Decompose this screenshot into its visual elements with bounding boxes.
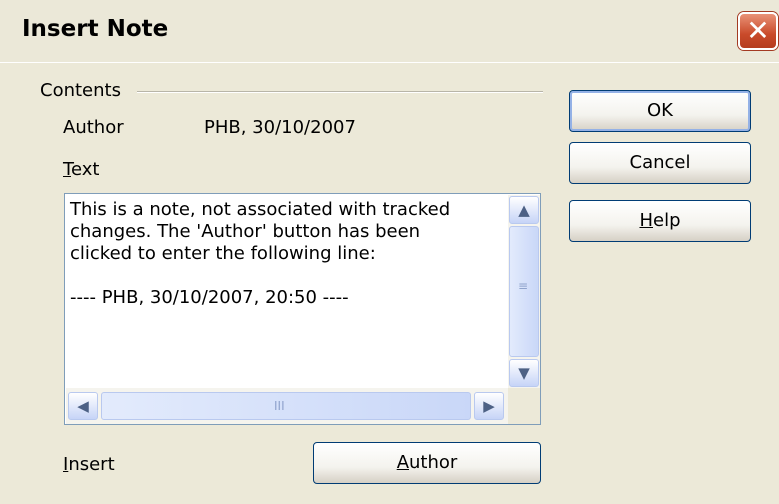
horizontal-scrollbar[interactable]: ◀ III ▶ bbox=[66, 388, 508, 424]
close-icon: ✕ bbox=[746, 14, 770, 47]
scroll-up-button[interactable]: ▲ bbox=[509, 196, 539, 224]
scroll-down-button[interactable]: ▼ bbox=[509, 359, 539, 387]
grip-icon: ≡ bbox=[518, 279, 529, 293]
text-label-mnemonic: T bbox=[63, 159, 71, 180]
ok-button[interactable]: OK bbox=[569, 90, 751, 132]
vertical-scrollbar[interactable]: ▲ ≡ ▼ bbox=[508, 195, 540, 388]
author-button[interactable]: Author bbox=[313, 442, 541, 484]
scroll-right-button[interactable]: ▶ bbox=[474, 392, 504, 420]
chevron-right-icon: ▶ bbox=[483, 397, 495, 415]
insert-note-dialog: Insert Note ✕ Contents Author PHB, 30/10… bbox=[0, 0, 779, 504]
group-divider bbox=[137, 91, 543, 93]
insert-label: Insert bbox=[63, 454, 115, 475]
note-line bbox=[70, 265, 500, 287]
help-button-rest: elp bbox=[653, 210, 681, 231]
chevron-up-icon: ▲ bbox=[518, 201, 530, 219]
note-text-area[interactable]: This is a note, not associated with trac… bbox=[64, 193, 541, 425]
contents-group-label: Contents bbox=[40, 80, 121, 101]
author-button-mnemonic: A bbox=[396, 452, 410, 473]
horizontal-scroll-thumb[interactable]: III bbox=[101, 392, 471, 420]
author-value: PHB, 30/10/2007 bbox=[204, 117, 356, 138]
chevron-down-icon: ▼ bbox=[518, 364, 530, 382]
scroll-corner bbox=[508, 388, 540, 424]
scroll-left-button[interactable]: ◀ bbox=[68, 392, 98, 420]
dialog-title: Insert Note bbox=[22, 16, 169, 42]
chevron-left-icon: ◀ bbox=[77, 397, 89, 415]
title-bar[interactable]: Insert Note ✕ bbox=[0, 0, 779, 63]
note-line: clicked to enter the following line: bbox=[70, 243, 376, 264]
text-label-rest: ext bbox=[70, 159, 100, 180]
note-line: This is a note, not associated with trac… bbox=[70, 199, 451, 220]
author-button-rest: uthor bbox=[409, 452, 458, 473]
close-button[interactable]: ✕ bbox=[738, 12, 778, 50]
note-text-content[interactable]: This is a note, not associated with trac… bbox=[70, 199, 500, 309]
note-line: ---- PHB, 30/10/2007, 20:50 ---- bbox=[70, 287, 349, 308]
text-label: Text bbox=[63, 159, 99, 180]
vertical-scroll-thumb[interactable]: ≡ bbox=[509, 226, 539, 357]
cancel-button[interactable]: Cancel bbox=[569, 142, 751, 184]
author-label: Author bbox=[63, 117, 124, 138]
grip-icon: III bbox=[274, 399, 285, 413]
help-button-mnemonic: H bbox=[639, 210, 654, 231]
insert-label-rest: nsert bbox=[68, 454, 115, 475]
help-button[interactable]: Help bbox=[569, 200, 751, 242]
note-line: changes. The 'Author' button has been bbox=[70, 221, 421, 242]
